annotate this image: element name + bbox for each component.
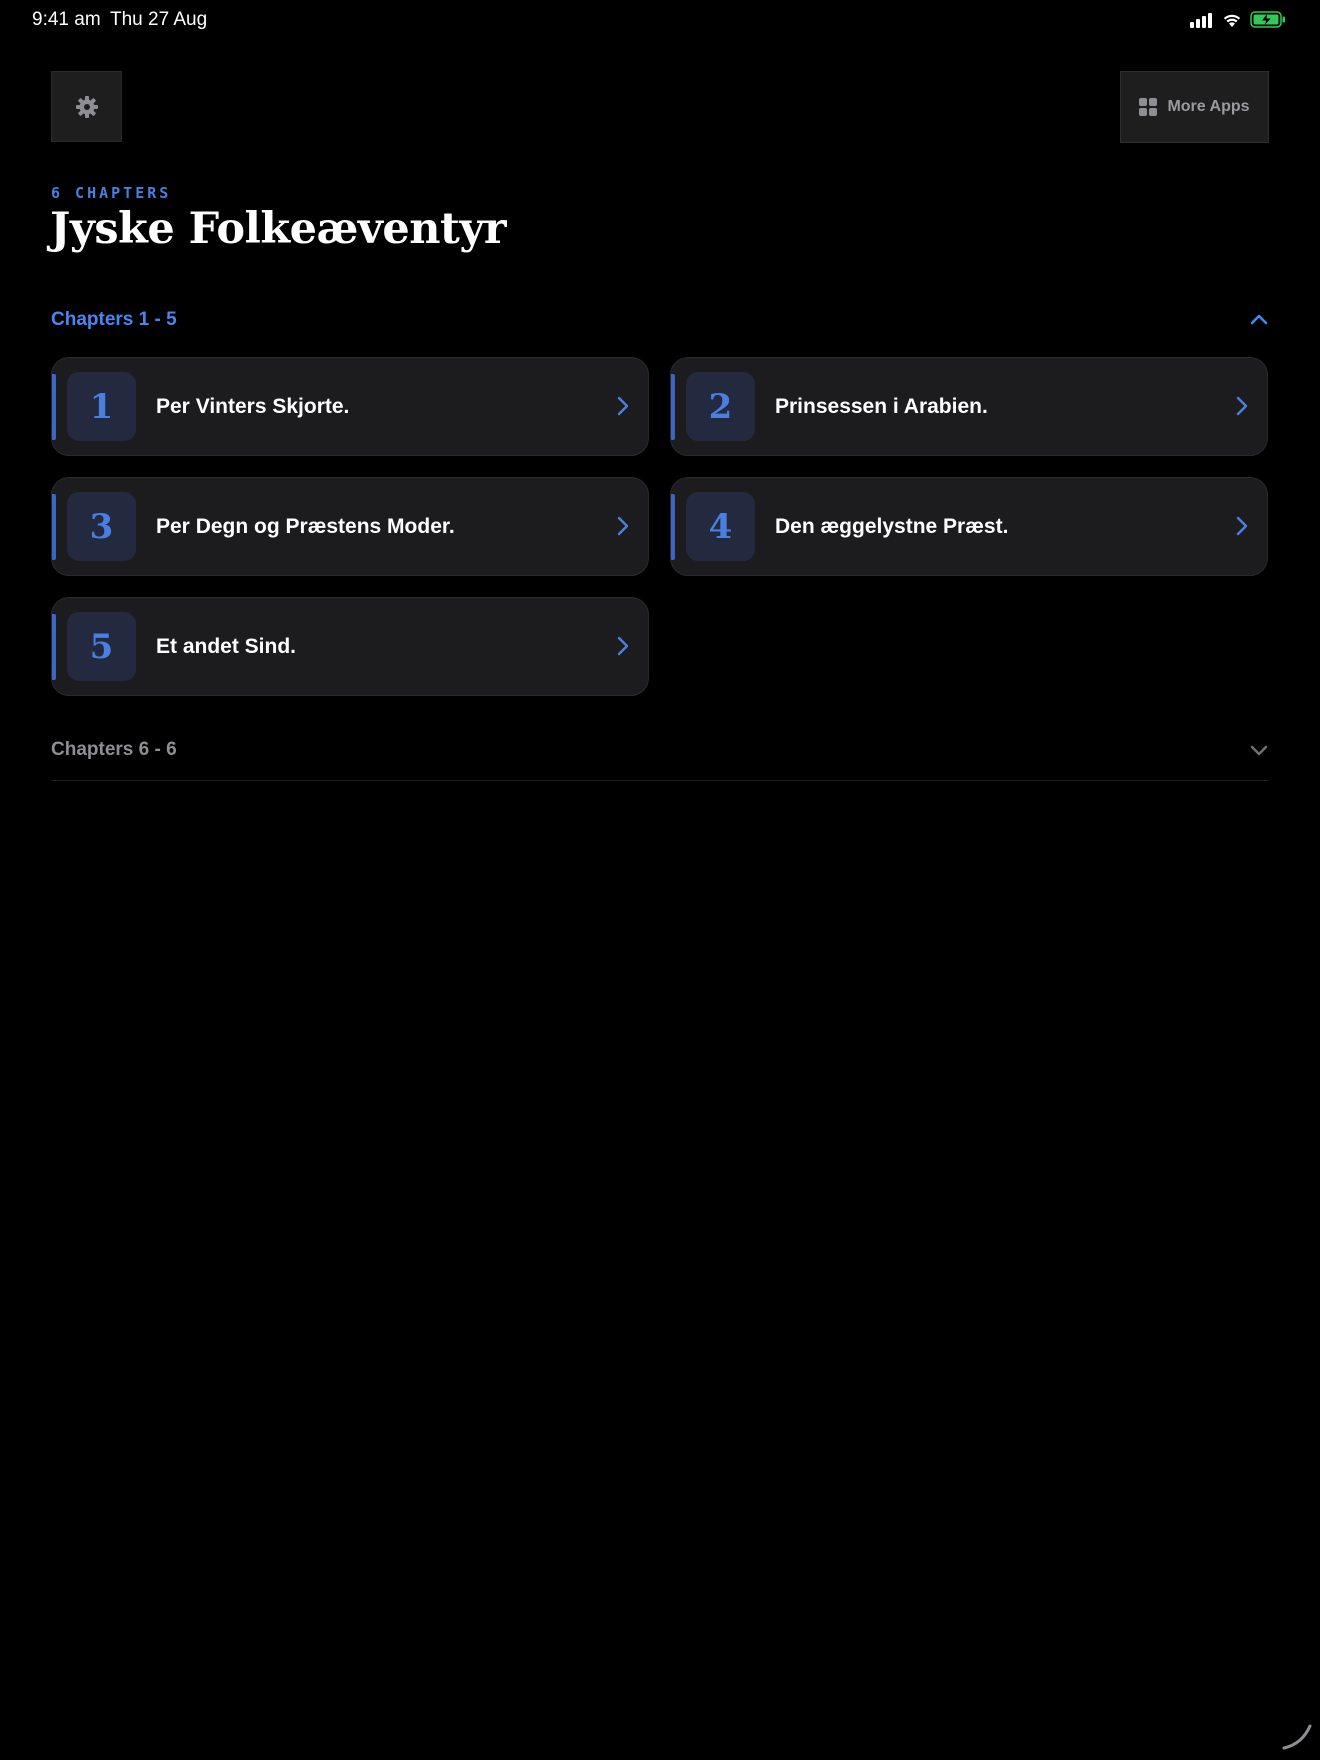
chapter-title: Prinsessen i Arabien.	[775, 394, 988, 418]
wifi-icon	[1223, 14, 1241, 27]
status-time: 9:41 am	[32, 9, 101, 30]
chapter-card[interactable]: 2 Prinsessen i Arabien.	[670, 357, 1268, 456]
chapter-number: 1	[89, 386, 114, 427]
chapter-number: 2	[708, 386, 733, 427]
battery-charging-icon	[1250, 11, 1285, 28]
chapter-number-badge: 1	[67, 372, 136, 441]
section-header-chapters-6-6[interactable]: Chapters 6 - 6	[51, 730, 1269, 770]
status-bar: 9:41 am Thu 27 Aug	[0, 0, 1320, 40]
status-date: Thu 27 Aug	[110, 9, 208, 30]
page-title: Jyske Folkeæventyr	[50, 204, 507, 254]
resize-grip-icon[interactable]	[1280, 1718, 1314, 1752]
chapter-card[interactable]: 3 Per Degn og Præstens Moder.	[51, 477, 649, 576]
accent-bar	[52, 614, 56, 680]
status-icons	[1190, 11, 1286, 28]
chapter-title: Per Vinters Skjorte.	[156, 394, 350, 418]
settings-button[interactable]	[51, 71, 122, 142]
more-apps-label: More Apps	[1167, 98, 1250, 115]
section-header-chapters-1-5[interactable]: Chapters 1 - 5	[51, 300, 1269, 340]
chapter-number-badge: 5	[67, 612, 136, 681]
chapter-title: Den æggelystne Præst.	[775, 514, 1009, 538]
chapter-card[interactable]: 1 Per Vinters Skjorte.	[51, 357, 649, 456]
accent-bar	[52, 494, 56, 560]
chevron-down-icon	[1250, 745, 1268, 756]
chevron-right-icon	[1236, 516, 1248, 536]
chapter-number-badge: 3	[67, 492, 136, 561]
chevron-up-icon	[1250, 314, 1268, 325]
chapter-card[interactable]: 5 Et andet Sind.	[51, 597, 649, 696]
chapter-number: 5	[89, 626, 114, 667]
chapter-number: 4	[708, 506, 733, 547]
section-label: Chapters 6 - 6	[51, 739, 177, 760]
accent-bar	[671, 374, 675, 440]
section-divider	[51, 780, 1269, 781]
cellular-signal-icon	[1190, 12, 1212, 28]
more-apps-button[interactable]: More Apps	[1120, 71, 1269, 143]
chapter-number: 3	[89, 506, 114, 547]
chapter-number-badge: 2	[686, 372, 755, 441]
section-label: Chapters 1 - 5	[51, 309, 177, 330]
chapter-title: Et andet Sind.	[156, 634, 297, 658]
gear-icon	[75, 95, 98, 118]
chevron-right-icon	[617, 636, 629, 656]
accent-bar	[52, 374, 56, 440]
chevron-right-icon	[617, 516, 629, 536]
chevron-right-icon	[1236, 396, 1248, 416]
chapter-count: 6 CHAPTERS	[51, 184, 172, 202]
chapter-number-badge: 4	[686, 492, 755, 561]
grid-icon	[1139, 98, 1158, 116]
chapter-card[interactable]: 4 Den æggelystne Præst.	[670, 477, 1268, 576]
chevron-right-icon	[617, 396, 629, 416]
chapter-title: Per Degn og Præstens Moder.	[156, 514, 455, 538]
accent-bar	[671, 494, 675, 560]
